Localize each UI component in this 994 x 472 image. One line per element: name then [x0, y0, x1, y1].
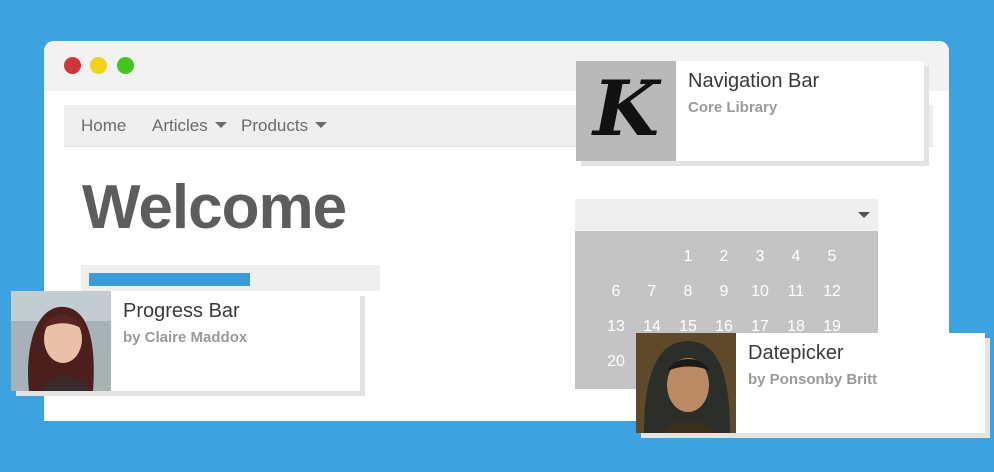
calendar-day[interactable]: 9 — [706, 278, 742, 313]
nav-item-articles[interactable]: Articles — [152, 105, 227, 146]
card-title: Progress Bar — [123, 300, 240, 322]
minimize-window-button[interactable] — [90, 57, 107, 74]
calendar-day[interactable]: 13 — [598, 313, 634, 348]
calendar-day[interactable]: 8 — [670, 278, 706, 313]
calendar-day[interactable]: 3 — [742, 243, 778, 278]
datepicker-header[interactable] — [575, 199, 878, 231]
datepicker-card[interactable]: Datepicker by Ponsonby Britt — [636, 333, 985, 433]
close-window-button[interactable] — [64, 57, 81, 74]
card-subtitle: by Claire Maddox — [123, 329, 248, 346]
card-subtitle: by Ponsonby Britt — [748, 371, 878, 388]
card-title: Datepicker — [748, 342, 844, 364]
page-title: Welcome — [82, 173, 347, 242]
calendar-day[interactable]: 6 — [598, 278, 634, 313]
calendar-empty-cell — [634, 243, 670, 278]
chevron-down-icon — [214, 122, 227, 128]
navigation-bar-card[interactable]: K Navigation Bar Core Library — [576, 61, 924, 161]
calendar-day[interactable]: 4 — [778, 243, 814, 278]
nav-item-articles-label: Articles — [152, 116, 208, 135]
calendar-day[interactable]: 20 — [598, 348, 634, 383]
progress-bar — [81, 265, 380, 291]
card-title: Navigation Bar — [688, 70, 820, 92]
calendar-day[interactable]: 5 — [814, 243, 850, 278]
calendar-day[interactable]: 11 — [778, 278, 814, 313]
author-avatar — [11, 291, 111, 391]
nav-item-products[interactable]: Products — [241, 105, 328, 146]
chevron-down-icon — [858, 212, 870, 218]
calendar-day[interactable]: 7 — [634, 278, 670, 313]
progress-bar-card[interactable]: Progress Bar by Claire Maddox — [11, 291, 360, 391]
calendar-day[interactable]: 2 — [706, 243, 742, 278]
calendar-empty-cell — [598, 243, 634, 278]
card-subtitle: Core Library — [688, 99, 778, 116]
k-logo-letter: K — [591, 64, 662, 153]
k-logo: K — [576, 61, 676, 161]
nav-item-home[interactable]: Home — [81, 105, 126, 146]
nav-item-products-label: Products — [241, 116, 309, 135]
maximize-window-button[interactable] — [117, 57, 134, 74]
calendar-day[interactable]: 1 — [670, 243, 706, 278]
author-avatar — [636, 333, 736, 433]
chevron-down-icon — [315, 122, 328, 128]
progress-bar-fill — [89, 273, 250, 286]
calendar-day[interactable]: 10 — [742, 278, 778, 313]
calendar-day[interactable]: 12 — [814, 278, 850, 313]
